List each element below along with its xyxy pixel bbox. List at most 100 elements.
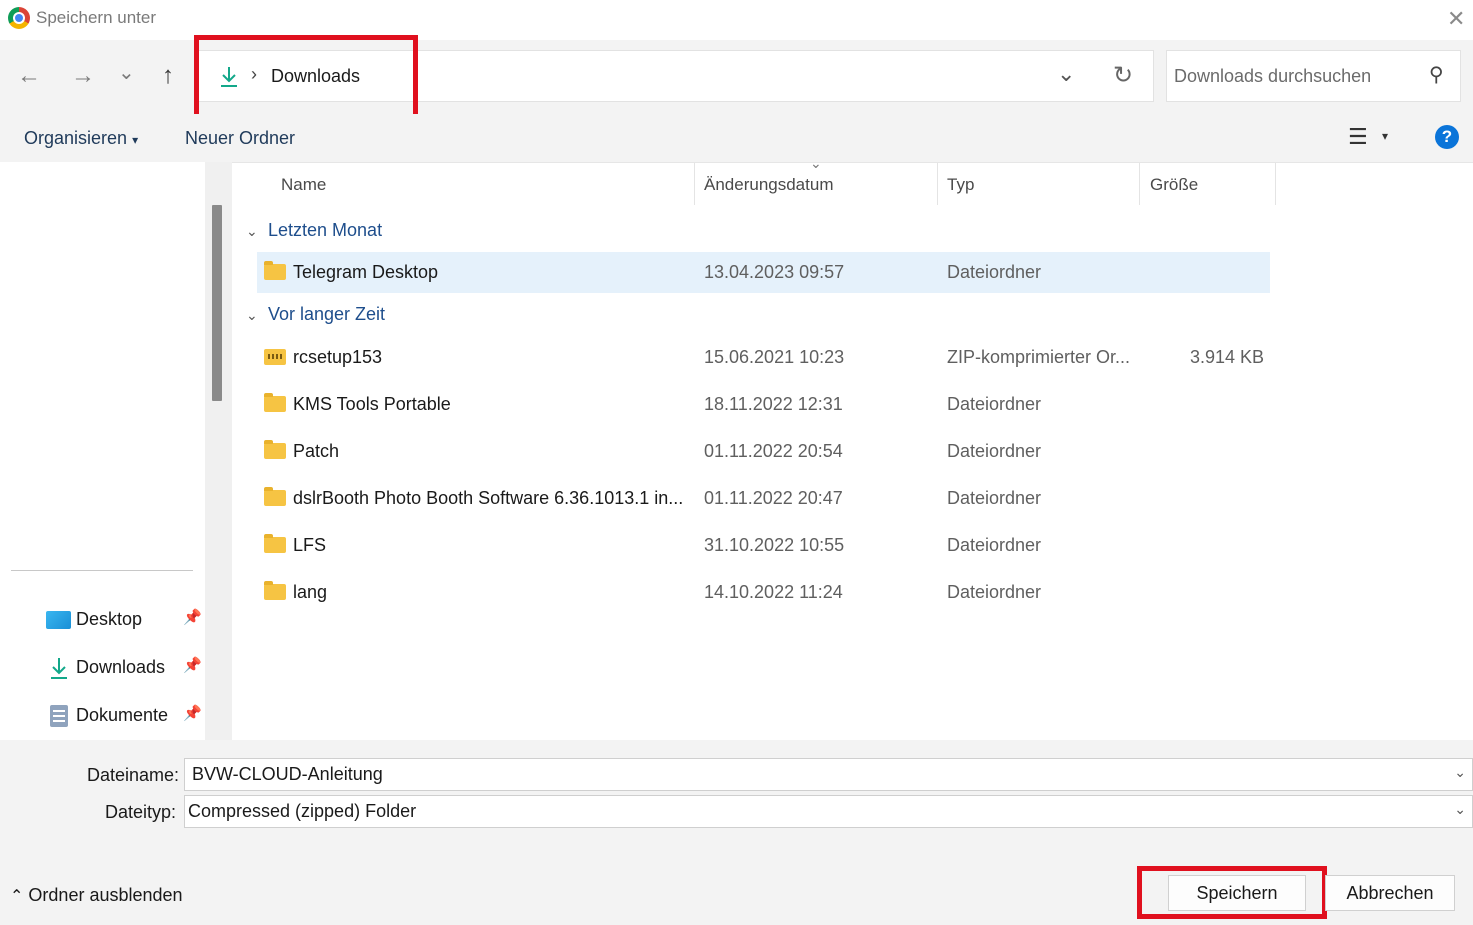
file-row[interactable]: Telegram Desktop 13.04.2023 09:57 Dateio… xyxy=(257,252,1270,293)
view-options-icon[interactable]: ☰ xyxy=(1348,124,1368,150)
folder-icon xyxy=(264,261,286,280)
recent-locations-chevron-icon[interactable]: ⌄ xyxy=(118,60,135,85)
documents-icon xyxy=(50,705,68,727)
file-name: KMS Tools Portable xyxy=(293,394,451,414)
group-header-last-month[interactable]: ⌄ Letzten Monat xyxy=(246,220,382,241)
address-dropdown-chevron-icon[interactable]: ⌄ xyxy=(1057,61,1075,87)
new-folder-button[interactable]: Neuer Ordner xyxy=(185,128,295,149)
folder-icon xyxy=(264,581,286,600)
file-date: 01.11.2022 20:54 xyxy=(704,441,843,461)
file-row[interactable]: KMS Tools Portable 18.11.2022 12:31 Date… xyxy=(257,384,1270,425)
folder-icon xyxy=(264,393,286,412)
file-row[interactable]: Patch 01.11.2022 20:54 Dateiordner xyxy=(257,431,1270,472)
column-header-date[interactable]: Änderungsdatum xyxy=(704,175,833,195)
filetype-label: Dateityp: xyxy=(105,802,177,822)
folder-icon xyxy=(264,487,286,506)
cancel-button[interactable]: Abbrechen xyxy=(1325,875,1455,911)
refresh-icon[interactable]: ↻ xyxy=(1113,61,1133,90)
group-chevron-icon: ⌄ xyxy=(246,307,258,323)
desktop-icon xyxy=(46,611,71,629)
file-type: Dateiordner xyxy=(947,535,1042,555)
quick-access-documents[interactable]: Dokumente 📌 xyxy=(0,696,205,736)
search-icon[interactable]: ⚲ xyxy=(1429,62,1444,87)
filename-dropdown-chevron-icon[interactable]: ⌄ xyxy=(1454,764,1466,781)
file-type: ZIP-komprimierter Or... xyxy=(947,347,1131,367)
file-type: Dateiordner xyxy=(947,394,1042,414)
folder-icon xyxy=(264,440,286,459)
search-placeholder: Downloads durchsuchen xyxy=(1174,66,1372,86)
scrollbar-thumb[interactable] xyxy=(212,205,222,401)
hide-folders-toggle[interactable]: ⌃ Ordner ausblenden xyxy=(10,885,183,906)
file-date: 15.06.2021 10:23 xyxy=(704,347,845,367)
quick-access-desktop[interactable]: Desktop 📌 xyxy=(0,600,205,640)
file-date: 13.04.2023 09:57 xyxy=(704,262,845,282)
quick-access-label: Dokumente xyxy=(76,705,169,725)
column-header-size[interactable]: Größe xyxy=(1150,175,1198,195)
filename-value: BVW-CLOUD-Anleitung xyxy=(192,764,383,784)
highlight-box-save xyxy=(1137,866,1327,919)
help-icon[interactable]: ? xyxy=(1435,125,1459,149)
group-label: Vor langer Zeit xyxy=(268,304,386,324)
filetype-value: Compressed (zipped) Folder xyxy=(188,801,417,821)
file-name: lang xyxy=(293,582,328,602)
organize-label: Organisieren xyxy=(24,128,128,148)
file-date: 01.11.2022 20:47 xyxy=(704,488,843,508)
file-date: 31.10.2022 10:55 xyxy=(704,535,845,555)
filename-label: Dateiname: xyxy=(87,765,180,785)
quick-access-label: Downloads xyxy=(76,657,166,677)
file-row[interactable]: dslrBooth Photo Booth Software 6.36.1013… xyxy=(257,478,1270,519)
file-date: 18.11.2022 12:31 xyxy=(704,394,843,414)
pin-icon[interactable]: 📌 xyxy=(183,656,202,674)
title-bar xyxy=(0,0,1473,40)
group-label: Letzten Monat xyxy=(268,220,383,240)
forward-arrow-icon[interactable]: → xyxy=(71,62,95,90)
close-icon[interactable]: ✕ xyxy=(1447,6,1465,32)
view-caret-icon[interactable]: ▾ xyxy=(1382,129,1388,143)
search-input[interactable]: Downloads durchsuchen ⚲ xyxy=(1166,50,1461,102)
highlight-box-breadcrumb xyxy=(194,35,418,119)
folder-icon xyxy=(264,534,286,553)
column-header-name[interactable]: Name xyxy=(281,175,326,195)
download-icon xyxy=(51,658,67,679)
file-type: Dateiordner xyxy=(947,262,1042,282)
file-size: 3.914 KB xyxy=(1189,347,1264,367)
file-row[interactable]: rcsetup153 15.06.2021 10:23 ZIP-komprimi… xyxy=(257,337,1270,378)
file-name: Telegram Desktop xyxy=(293,262,439,282)
file-date: 14.10.2022 11:24 xyxy=(704,582,843,602)
window-title: Speichern unter xyxy=(36,8,157,27)
filetype-dropdown-chevron-icon[interactable]: ⌄ xyxy=(1454,801,1466,818)
column-divider[interactable] xyxy=(1275,163,1276,205)
back-arrow-icon[interactable]: ← xyxy=(17,62,41,90)
up-arrow-icon[interactable]: ↑ xyxy=(162,62,174,90)
file-name: Patch xyxy=(293,441,340,461)
file-name: LFS xyxy=(293,535,327,555)
group-header-long-ago[interactable]: ⌄ Vor langer Zeit xyxy=(246,304,385,325)
file-type: Dateiordner xyxy=(947,488,1042,508)
column-divider[interactable] xyxy=(694,163,695,205)
sort-indicator-icon: ⌄ xyxy=(810,155,822,171)
organize-button[interactable]: Organisieren ▾ xyxy=(24,128,138,149)
filetype-select[interactable]: Compressed (zipped) Folder ⌄ xyxy=(184,795,1473,828)
filename-input[interactable]: BVW-CLOUD-Anleitung ⌄ xyxy=(184,758,1473,791)
column-header-type[interactable]: Typ xyxy=(947,175,974,195)
file-type: Dateiordner xyxy=(947,582,1042,602)
navigation-divider xyxy=(11,570,193,571)
hide-folders-label: Ordner ausblenden xyxy=(28,885,183,905)
organize-caret-icon: ▾ xyxy=(132,133,139,147)
zip-folder-icon xyxy=(264,349,286,365)
file-row[interactable]: LFS 31.10.2022 10:55 Dateiordner xyxy=(257,525,1270,566)
pin-icon[interactable]: 📌 xyxy=(183,608,202,626)
pin-icon[interactable]: 📌 xyxy=(183,704,202,722)
chevron-up-icon: ⌃ xyxy=(10,888,24,905)
file-name: dslrBooth Photo Booth Software 6.36.1013… xyxy=(293,488,683,508)
chrome-icon xyxy=(8,7,30,29)
column-divider[interactable] xyxy=(1139,163,1140,205)
file-name: rcsetup153 xyxy=(293,347,383,367)
command-toolbar: Organisieren ▾ Neuer Ordner ☰ ▾ xyxy=(0,114,1473,163)
file-row[interactable]: lang 14.10.2022 11:24 Dateiordner xyxy=(257,572,1270,613)
group-chevron-icon: ⌄ xyxy=(246,223,258,239)
quick-access-downloads[interactable]: Downloads 📌 xyxy=(0,648,205,688)
quick-access-label: Desktop xyxy=(76,609,143,629)
file-type: Dateiordner xyxy=(947,441,1042,461)
column-divider[interactable] xyxy=(937,163,938,205)
